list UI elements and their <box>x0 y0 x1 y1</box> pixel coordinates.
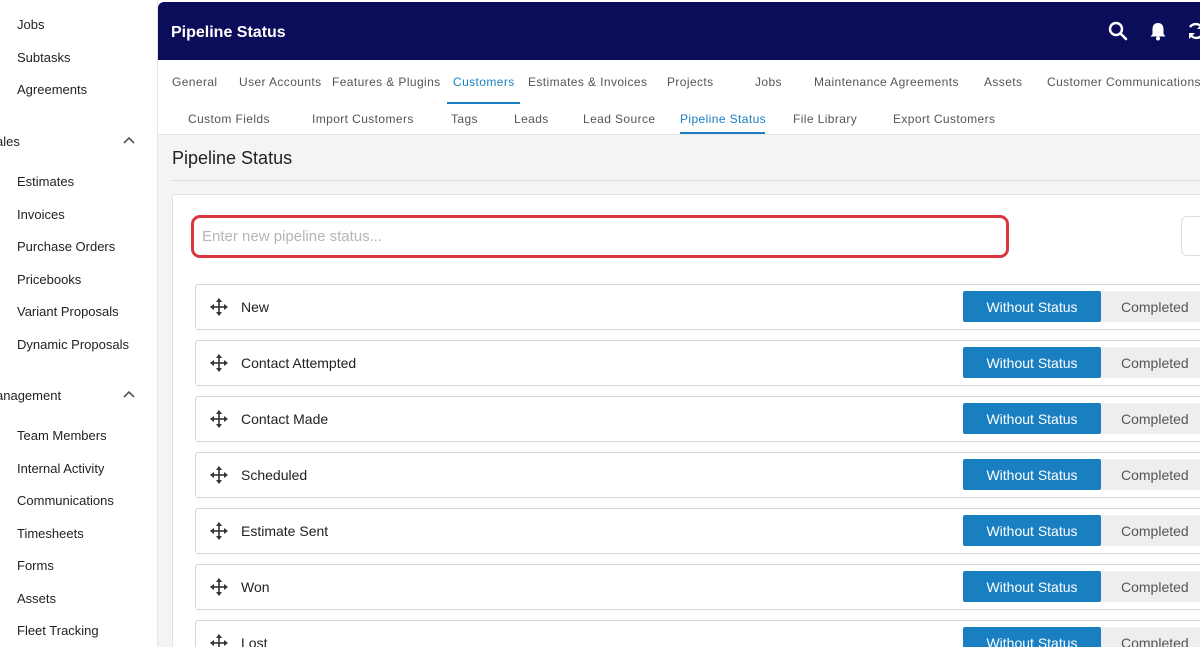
header-title: Pipeline Status <box>171 24 286 41</box>
subtab-tags[interactable]: Tags <box>451 112 478 126</box>
sidebar-section-sales[interactable]: ales <box>0 134 20 149</box>
drag-handle-icon[interactable] <box>210 298 228 316</box>
add-status-button[interactable] <box>1181 216 1200 256</box>
without-status-button[interactable]: Without Status <box>963 459 1101 490</box>
completed-button[interactable]: Completed <box>1101 403 1200 434</box>
drag-handle-icon[interactable] <box>210 634 228 647</box>
completed-button[interactable]: Completed <box>1101 459 1200 490</box>
subtab-export-customers[interactable]: Export Customers <box>893 112 995 126</box>
subtab-import-customers[interactable]: Import Customers <box>312 112 414 126</box>
sidebar-item-forms[interactable]: Forms <box>17 558 54 573</box>
status-row: Contact Attempted Without Status Complet… <box>195 340 1200 386</box>
tab-jobs[interactable]: Jobs <box>755 75 782 89</box>
status-name: Won <box>241 579 270 595</box>
drag-handle-icon[interactable] <box>210 466 228 484</box>
completed-button[interactable]: Completed <box>1101 627 1200 647</box>
status-row: Contact Made Without Status Completed <box>195 396 1200 442</box>
chevron-up-icon[interactable] <box>122 389 136 399</box>
status-row: Lost Without Status Completed <box>195 620 1200 647</box>
sidebar-item-timesheets[interactable]: Timesheets <box>17 526 84 541</box>
without-status-button[interactable]: Without Status <box>963 403 1101 434</box>
subtab-lead-source[interactable]: Lead Source <box>583 112 655 126</box>
subtab-leads[interactable]: Leads <box>514 112 549 126</box>
subtab-pipeline-status[interactable]: Pipeline Status <box>680 112 766 126</box>
sidebar-item-invoices[interactable]: Invoices <box>17 207 65 222</box>
sidebar-item-subtasks[interactable]: Subtasks <box>17 50 70 65</box>
status-name: Contact Made <box>241 411 329 427</box>
sidebar-item-purchase-orders[interactable]: Purchase Orders <box>17 239 115 254</box>
sub-tabs: Custom Fields Import Customers Tags Lead… <box>158 104 1200 135</box>
completed-button[interactable]: Completed <box>1101 515 1200 546</box>
completed-button[interactable]: Completed <box>1101 291 1200 322</box>
active-subtab-indicator <box>680 132 765 134</box>
page-title: Pipeline Status <box>172 148 293 168</box>
status-row: Won Without Status Completed <box>195 564 1200 610</box>
status-name: Contact Attempted <box>241 355 357 371</box>
sidebar-item-dynamic-proposals[interactable]: Dynamic Proposals <box>17 337 129 352</box>
status-name: Scheduled <box>241 467 308 483</box>
main-tabs: General User Accounts Features & Plugins… <box>158 60 1200 104</box>
status-name: New <box>241 299 270 315</box>
without-status-button[interactable]: Without Status <box>963 571 1101 602</box>
divider <box>172 180 1200 181</box>
sidebar-item-communications[interactable]: Communications <box>17 493 114 508</box>
tab-features-plugins[interactable]: Features & Plugins <box>332 75 441 89</box>
drag-handle-icon[interactable] <box>210 578 228 596</box>
tab-assets[interactable]: Assets <box>984 75 1022 89</box>
sidebar: Jobs Subtasks Agreements ales Estimates … <box>0 0 158 647</box>
refresh-icon[interactable] <box>1185 20 1200 42</box>
search-icon[interactable] <box>1107 20 1129 42</box>
status-name: Estimate Sent <box>241 523 329 539</box>
sidebar-item-internal-activity[interactable]: Internal Activity <box>17 461 104 476</box>
subtab-custom-fields[interactable]: Custom Fields <box>188 112 270 126</box>
status-name: Lost <box>241 635 268 647</box>
status-row: New Without Status Completed <box>195 284 1200 330</box>
sidebar-item-team-members[interactable]: Team Members <box>17 428 107 443</box>
without-status-button[interactable]: Without Status <box>963 347 1101 378</box>
tab-maintenance-agreements[interactable]: Maintenance Agreements <box>814 75 959 89</box>
tab-customers[interactable]: Customers <box>453 75 515 89</box>
completed-button[interactable]: Completed <box>1101 347 1200 378</box>
drag-handle-icon[interactable] <box>210 522 228 540</box>
subtab-file-library[interactable]: File Library <box>793 112 857 126</box>
chevron-up-icon[interactable] <box>122 135 136 145</box>
completed-button[interactable]: Completed <box>1101 571 1200 602</box>
tab-customer-communications[interactable]: Customer Communications <box>1047 75 1200 89</box>
status-row: Estimate Sent Without Status Completed <box>195 508 1200 554</box>
bell-icon[interactable] <box>1147 20 1169 42</box>
sidebar-item-variant-proposals[interactable]: Variant Proposals <box>17 304 119 319</box>
tab-user-accounts[interactable]: User Accounts <box>239 75 322 89</box>
drag-handle-icon[interactable] <box>210 354 228 372</box>
sidebar-item-estimates[interactable]: Estimates <box>17 174 74 189</box>
without-status-button[interactable]: Without Status <box>963 627 1101 647</box>
drag-handle-icon[interactable] <box>210 410 228 428</box>
header-bar: Pipeline Status <box>158 2 1200 60</box>
without-status-button[interactable]: Without Status <box>963 291 1101 322</box>
sidebar-item-agreements[interactable]: Agreements <box>17 82 87 97</box>
status-row: Scheduled Without Status Completed <box>195 452 1200 498</box>
sidebar-item-jobs[interactable]: Jobs <box>17 17 44 32</box>
sidebar-section-management[interactable]: anagement <box>0 388 61 403</box>
tab-projects[interactable]: Projects <box>667 75 714 89</box>
sidebar-item-pricebooks[interactable]: Pricebooks <box>17 272 81 287</box>
without-status-button[interactable]: Without Status <box>963 515 1101 546</box>
sidebar-item-assets[interactable]: Assets <box>17 591 56 606</box>
tab-general[interactable]: General <box>172 75 218 89</box>
new-pipeline-status-input[interactable] <box>191 215 1009 258</box>
tab-estimates-invoices[interactable]: Estimates & Invoices <box>528 75 647 89</box>
sidebar-item-fleet-tracking[interactable]: Fleet Tracking <box>17 623 99 638</box>
